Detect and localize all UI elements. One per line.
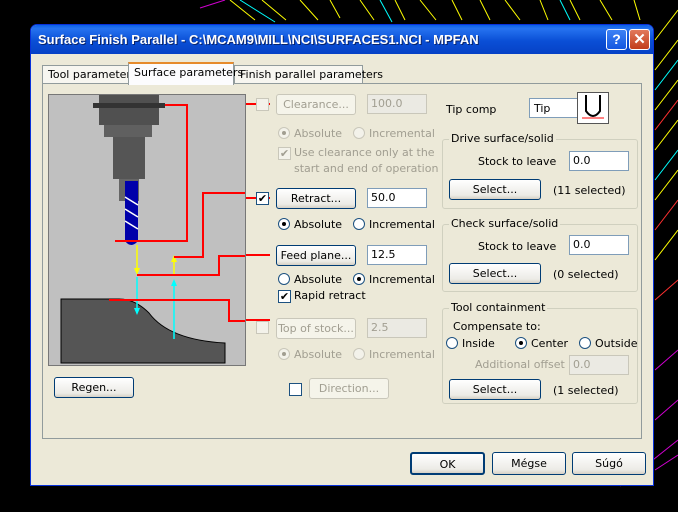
tool-illustration: [48, 94, 246, 366]
tool-containment-title: Tool containment: [449, 301, 548, 314]
tab-finish-parallel-parameters[interactable]: Finish parallel parameters: [234, 65, 383, 84]
tool-illustration-graphic: [49, 95, 245, 365]
retract-button[interactable]: Retract...: [276, 188, 356, 209]
containment-select-button[interactable]: Select...: [449, 379, 541, 400]
regen-button[interactable]: Regen...: [54, 377, 134, 398]
help-icon[interactable]: ?: [606, 29, 627, 50]
top-of-stock-checkbox[interactable]: [256, 321, 269, 334]
top-of-stock-absolute-radio[interactable]: [278, 348, 290, 360]
use-clearance-only-label-1: Use clearance only at the: [294, 146, 435, 159]
compensate-inside-label: Inside: [462, 337, 495, 350]
clearance-incremental-label: Incremental: [369, 127, 435, 140]
clearance-button[interactable]: Clearance...: [276, 94, 356, 115]
check-selected-count: (0 selected): [553, 268, 619, 281]
compensate-center-label: Center: [531, 337, 569, 350]
additional-offset-input[interactable]: 0.0: [569, 355, 629, 375]
tab-surface-parameters[interactable]: Surface parameters: [128, 62, 243, 85]
tip-comp-icon: [577, 92, 609, 124]
check-stock-label: Stock to leave: [478, 240, 557, 253]
feed-plane-button[interactable]: Feed plane...: [276, 245, 356, 266]
drive-stock-label: Stock to leave: [478, 155, 557, 168]
containment-selected-count: (1 selected): [553, 384, 619, 397]
additional-offset-label: Additional offset: [475, 358, 565, 371]
title-bar[interactable]: Surface Finish Parallel - C:\MCAM9\MILL\…: [31, 25, 653, 54]
compensate-outside-radio[interactable]: [579, 337, 591, 349]
drive-select-button[interactable]: Select...: [449, 179, 541, 200]
cancel-button[interactable]: Mégse: [492, 452, 566, 475]
top-of-stock-incremental-radio[interactable]: [353, 348, 365, 360]
retract-value-input[interactable]: 50.0: [367, 188, 427, 208]
rapid-retract-checkbox[interactable]: ✔: [278, 290, 291, 303]
use-clearance-only-label-2: start and end of operation: [294, 162, 439, 175]
retract-absolute-radio[interactable]: [278, 218, 290, 230]
direction-checkbox[interactable]: [289, 383, 302, 396]
feed-plane-absolute-radio[interactable]: [278, 273, 290, 285]
compensate-outside-label: Outside: [595, 337, 638, 350]
drive-surface-title: Drive surface/solid: [449, 132, 556, 145]
rapid-retract-label: Rapid retract: [294, 289, 366, 302]
clearance-incremental-radio[interactable]: [353, 127, 365, 139]
check-stock-input[interactable]: 0.0: [569, 235, 629, 255]
compensate-inside-radio[interactable]: [446, 337, 458, 349]
retract-incremental-label: Incremental: [369, 218, 435, 231]
window-title: Surface Finish Parallel - C:\MCAM9\MILL\…: [38, 32, 479, 47]
compensate-center-radio[interactable]: [515, 337, 527, 349]
retract-absolute-label: Absolute: [294, 218, 343, 231]
check-select-button[interactable]: Select...: [449, 263, 541, 284]
help-button[interactable]: Súgó: [572, 452, 646, 475]
retract-checkbox[interactable]: ✔: [256, 192, 269, 205]
feed-plane-value-input[interactable]: 12.5: [367, 245, 427, 265]
top-of-stock-incremental-label: Incremental: [369, 348, 435, 361]
top-of-stock-value-input[interactable]: 2.5: [367, 318, 427, 338]
clearance-absolute-label: Absolute: [294, 127, 343, 140]
use-clearance-only-checkbox[interactable]: ✔: [278, 147, 291, 160]
feed-plane-incremental-radio[interactable]: [353, 273, 365, 285]
top-of-stock-absolute-label: Absolute: [294, 348, 343, 361]
top-of-stock-button[interactable]: Top of stock...: [276, 318, 356, 339]
direction-button[interactable]: Direction...: [309, 378, 389, 399]
drive-selected-count: (11 selected): [553, 184, 626, 197]
retract-incremental-radio[interactable]: [353, 218, 365, 230]
feed-plane-absolute-label: Absolute: [294, 273, 343, 286]
clearance-absolute-radio[interactable]: [278, 127, 290, 139]
feed-plane-incremental-label: Incremental: [369, 273, 435, 286]
tab-tool-parameters[interactable]: Tool parameters: [42, 65, 137, 84]
tip-comp-value: Tip: [534, 102, 551, 115]
close-icon[interactable]: ✕: [629, 29, 650, 50]
tip-comp-label: Tip comp: [446, 103, 497, 116]
drive-stock-input[interactable]: 0.0: [569, 151, 629, 171]
compensate-to-label: Compensate to:: [453, 320, 541, 333]
clearance-checkbox[interactable]: [256, 98, 269, 111]
ok-button[interactable]: OK: [410, 452, 485, 475]
clearance-value-input[interactable]: 100.0: [367, 94, 427, 114]
check-surface-title: Check surface/solid: [449, 217, 561, 230]
